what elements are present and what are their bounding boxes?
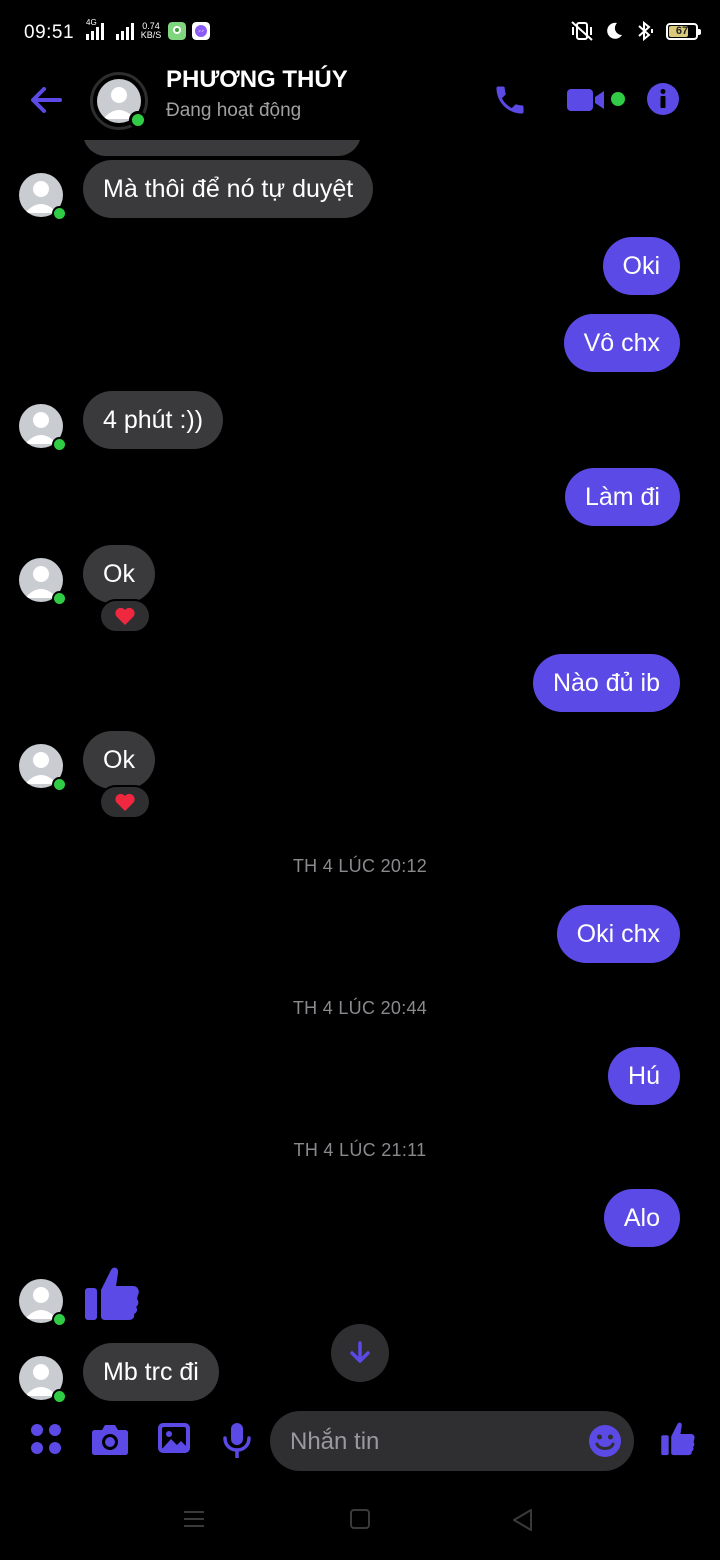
status-time: 09:51: [24, 22, 75, 43]
message-list[interactable]: Mà thôi để nó tự duyệt Oki Vô chx 4 phút…: [0, 140, 720, 1402]
incoming-message[interactable]: 4 phút :)): [83, 391, 224, 449]
thumbs-up-sticker-icon[interactable]: [83, 1264, 141, 1324]
contact-status: Đang hoạt động: [166, 100, 302, 121]
incoming-message[interactable]: Ok: [83, 731, 155, 789]
info-icon[interactable]: [646, 82, 680, 116]
messenger-screen: 09:51 4G 0.74 KB/S 67 PHƯƠNG THÚY Đang h…: [0, 0, 720, 1560]
status-right-icons: 67: [570, 20, 701, 42]
partial-message-bubble: [83, 140, 361, 156]
incoming-message[interactable]: Mb trc đi: [83, 1343, 219, 1401]
maps-app-icon: [168, 22, 186, 40]
outgoing-message[interactable]: Alo: [603, 1189, 680, 1247]
sender-avatar[interactable]: [19, 558, 67, 606]
network-label: 4G: [86, 18, 97, 27]
smiley-emoji-icon[interactable]: [588, 1424, 622, 1458]
phone-icon[interactable]: [492, 82, 528, 118]
online-indicator: [129, 111, 147, 129]
status-left-icons: 4G 0.74 KB/S: [86, 18, 210, 40]
bluetooth-icon: [638, 20, 653, 42]
thumbs-up-icon[interactable]: [660, 1420, 696, 1458]
sender-avatar[interactable]: [19, 404, 67, 452]
video-camera-icon[interactable]: [566, 86, 608, 114]
contact-name[interactable]: PHƯƠNG THÚY: [166, 66, 348, 94]
message-composer: Nhắn tin: [0, 1402, 720, 1482]
video-active-dot: [611, 92, 625, 106]
outgoing-message[interactable]: Nào đủ ib: [532, 654, 680, 712]
outgoing-message[interactable]: Hú: [608, 1047, 680, 1105]
menu-nav-icon[interactable]: [183, 1508, 205, 1530]
heart-icon: [115, 793, 135, 811]
timestamp: TH 4 LÚC 20:12: [292, 856, 428, 876]
back-nav-icon[interactable]: [511, 1508, 533, 1532]
message-input-placeholder: Nhắn tin: [290, 1428, 380, 1455]
outgoing-message[interactable]: Vô chx: [563, 314, 680, 372]
status-bar: 09:51 4G 0.74 KB/S 67: [0, 0, 720, 64]
sender-avatar[interactable]: [19, 744, 67, 792]
signal-icon: [116, 22, 134, 40]
heart-reaction[interactable]: [99, 785, 151, 819]
heart-icon: [115, 607, 135, 625]
vibrate-off-icon: [571, 21, 593, 41]
net-speed: 0.74 KB/S: [140, 22, 162, 40]
microphone-icon[interactable]: [222, 1422, 252, 1458]
contact-avatar[interactable]: [90, 72, 148, 130]
messenger-app-icon: [192, 22, 210, 40]
chat-header: PHƯƠNG THÚY Đang hoạt động: [0, 64, 720, 140]
image-gallery-icon[interactable]: [157, 1422, 191, 1454]
message-input[interactable]: Nhắn tin: [270, 1411, 634, 1471]
battery-icon: 67: [666, 22, 701, 40]
heart-reaction[interactable]: [99, 599, 151, 633]
scroll-to-bottom-button[interactable]: [331, 1324, 389, 1382]
incoming-message[interactable]: Ok: [83, 545, 155, 603]
outgoing-message[interactable]: Làm đi: [564, 468, 680, 526]
incoming-message[interactable]: Mà thôi để nó tự duyệt: [83, 160, 374, 218]
signal-4g-icon: 4G: [86, 18, 104, 40]
system-nav-bar: [0, 1482, 720, 1560]
sender-avatar[interactable]: [19, 1279, 67, 1327]
net-speed-unit: KB/S: [140, 30, 162, 40]
sender-avatar[interactable]: [19, 1356, 67, 1402]
home-nav-icon[interactable]: [349, 1508, 371, 1530]
sender-avatar[interactable]: [19, 173, 67, 221]
moon-icon: [607, 22, 622, 39]
outgoing-message[interactable]: Oki: [602, 237, 680, 295]
timestamp: TH 4 LÚC 20:44: [292, 998, 428, 1018]
camera-icon[interactable]: [91, 1422, 129, 1456]
arrow-down-icon: [350, 1341, 370, 1363]
back-arrow-icon[interactable]: [26, 82, 66, 118]
outgoing-message[interactable]: Oki chx: [556, 905, 680, 963]
timestamp: TH 4 LÚC 21:11: [293, 1140, 427, 1160]
battery-level: 67: [675, 25, 689, 37]
four-dots-menu-icon[interactable]: [29, 1422, 63, 1456]
